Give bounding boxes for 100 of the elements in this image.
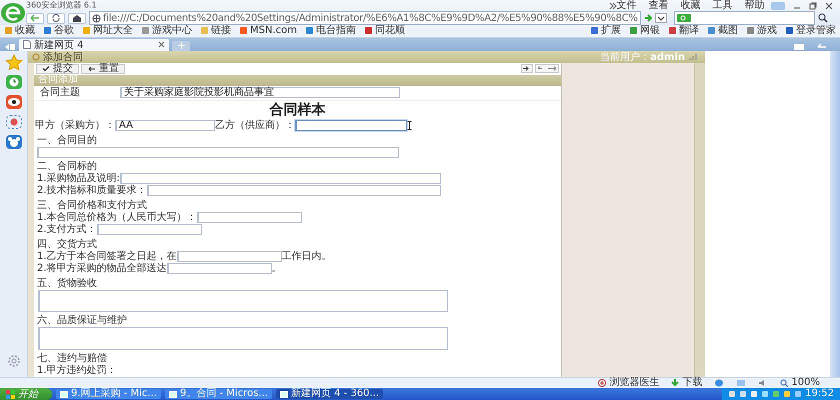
subject-field[interactable]: 关于采购家庭影院投影机商品事宜	[120, 87, 400, 98]
field-label: 乙方（供应商）：	[215, 120, 295, 132]
menu-item[interactable]: 收藏	[680, 0, 701, 11]
refresh-button[interactable]	[47, 12, 65, 24]
close-icon[interactable]	[824, 2, 833, 10]
bookmark-link[interactable]: 同花顺	[375, 25, 405, 36]
bookmark-icon	[590, 26, 599, 36]
window-icon[interactable]	[793, 42, 805, 51]
search-engine-icon	[676, 14, 691, 22]
eye-icon[interactable]	[4, 94, 22, 110]
text-field[interactable]	[295, 120, 407, 132]
bookmark-link[interactable]: 登录管家	[796, 25, 836, 36]
sidebar-toggle-icon[interactable]	[4, 42, 16, 51]
section-heading: 七、违约与赔偿	[36, 352, 108, 364]
go-arrow-icon[interactable]	[644, 14, 652, 22]
more-chevron-icon[interactable]	[608, 2, 617, 10]
text-area[interactable]	[38, 327, 448, 350]
address-bar[interactable]: file:///C:/Documents%20and%20Settings/Administrator/%E6%A1%8C%E9%9D%A2/%E5%90%88%E5%90%8C%	[89, 11, 641, 25]
refresh-icon	[51, 14, 61, 22]
page-title: 添加合同	[43, 50, 83, 63]
windows-logo-icon	[6, 390, 15, 398]
search-icon[interactable]	[818, 13, 828, 23]
paw-icon[interactable]	[4, 134, 22, 150]
bookmark-link[interactable]: 收藏	[15, 25, 35, 36]
bookmark-link[interactable]: 链接	[211, 25, 231, 36]
globe-icon	[92, 14, 101, 22]
bookmark-icon	[82, 26, 91, 36]
section-heading: 一、合同目的	[36, 134, 98, 147]
exit-icon[interactable]	[521, 64, 533, 74]
star-icon[interactable]	[4, 54, 22, 70]
menu-item[interactable]: 工具	[712, 0, 733, 11]
menu-item[interactable]: 帮助	[744, 0, 765, 11]
bookmark-link[interactable]: 截图	[718, 25, 738, 36]
bookmark-link[interactable]: MSN.com	[250, 25, 297, 36]
bookmark-link[interactable]: 翻译	[679, 25, 699, 36]
status-item[interactable]: 浏览器医生	[609, 378, 660, 388]
document-title: 合同样本	[268, 102, 326, 119]
bookmark-link[interactable]: 扩展	[601, 25, 621, 36]
back-arrow-icon[interactable]	[817, 42, 827, 51]
page-icon	[23, 40, 31, 50]
skin-icon[interactable]	[770, 2, 785, 10]
text-area[interactable]	[38, 290, 448, 312]
text-field[interactable]	[176, 251, 282, 262]
dropdown-caret-icon[interactable]	[654, 13, 667, 23]
close-icon[interactable]	[158, 41, 165, 48]
bookmark-link[interactable]: 网银	[640, 25, 660, 36]
bookmark-link[interactable]: 电台指南	[316, 25, 356, 36]
status-item[interactable]: 100%	[791, 378, 820, 388]
taskbar-button[interactable]: 9。合同 - Micros...	[164, 389, 272, 399]
field-label: 1.乙方于本合同签署之日起，在	[37, 250, 177, 262]
text-cursor-icon	[407, 121, 412, 130]
bookmark-link[interactable]: 游戏中心	[152, 25, 192, 36]
field-suffix: 工作日内。	[282, 250, 332, 263]
bookmark-icon	[707, 26, 716, 36]
bookmark-icon	[305, 26, 314, 36]
scrollbar[interactable]	[830, 50, 840, 377]
browser-tab[interactable]: 新建网页 4	[19, 38, 169, 51]
window-icon	[168, 390, 177, 398]
signal-bars-icon	[689, 52, 697, 61]
check-icon	[42, 65, 50, 72]
field-label: 1.甲方违约处罚：	[37, 364, 117, 377]
gear-icon[interactable]	[6, 354, 20, 368]
bookmark-link[interactable]: 谷歌	[54, 25, 74, 36]
section-heading: 四、交货方式	[36, 238, 98, 250]
reset-button[interactable]: 重置	[81, 64, 125, 74]
text-field[interactable]	[146, 185, 441, 196]
plus-icon	[178, 42, 184, 50]
taskbar-button[interactable]: 9.网上采购 - Mic...	[56, 389, 161, 399]
text-field[interactable]	[96, 224, 202, 236]
field-label: 1.本合同总价格为（人民币大写）：	[37, 212, 197, 224]
text-field[interactable]	[120, 173, 441, 184]
bookmark-link[interactable]: 网址大全	[93, 25, 133, 36]
text-field[interactable]: AA	[115, 120, 215, 132]
current-user: 当前用户：admin	[600, 50, 685, 64]
bookmark-link[interactable]: 游戏	[757, 25, 777, 36]
bookmark-icon	[141, 26, 150, 36]
window-title: 360安全浏览器 6.1	[26, 1, 97, 10]
window-icon	[280, 390, 288, 398]
field-label: 1.采购物品及说明:	[37, 172, 120, 184]
home-button[interactable]	[68, 12, 86, 24]
zoom-icon	[780, 379, 788, 387]
text-field[interactable]	[196, 212, 302, 224]
arrow-left-icon	[30, 14, 40, 22]
text-field[interactable]	[166, 263, 272, 274]
scrollbar[interactable]	[694, 62, 705, 377]
menu-item[interactable]: 查看	[648, 0, 669, 11]
text-field[interactable]	[37, 146, 399, 158]
search-field[interactable]	[674, 11, 815, 25]
status-item[interactable]: 下载	[682, 378, 702, 388]
circle-icon	[32, 52, 40, 61]
field-label: 2.将甲方采购的物品全部送达	[37, 262, 167, 275]
taskbar-button[interactable]: 新建网页 4 - 360...	[276, 389, 384, 399]
section-heading: 二、合同标的	[36, 160, 98, 172]
bookmark-icon	[668, 26, 677, 36]
new-tab-button[interactable]	[172, 40, 190, 51]
restore-icon[interactable]	[808, 2, 817, 10]
field-label: 2.支付方式：	[37, 224, 97, 236]
screen-icon[interactable]	[736, 379, 746, 387]
field-label: 合同主题	[40, 86, 81, 99]
section-heading: 六、品质保证与维护	[36, 315, 128, 328]
